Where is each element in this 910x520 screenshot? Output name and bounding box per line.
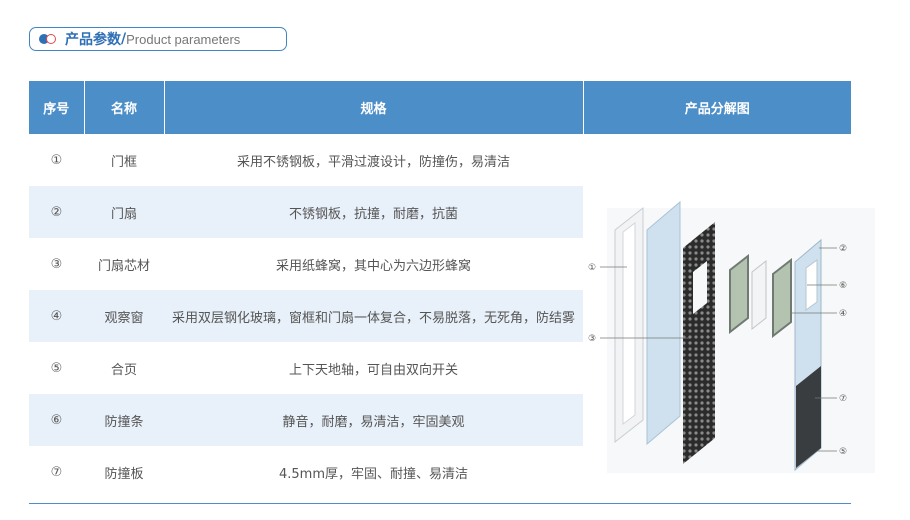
row-name: 门扇 <box>84 186 164 238</box>
table-row: ① 门框 采用不锈钢板，平滑过渡设计，防撞伤，易清洁 <box>29 134 851 498</box>
row-name: 观察窗 <box>84 290 164 342</box>
row-no: ① <box>50 152 63 168</box>
row-name: 门扇芯材 <box>97 258 150 274</box>
title-en: Product parameters <box>126 31 241 47</box>
row-no: ② <box>29 186 84 238</box>
table-header-row: 序号 名称 规格 产品分解图 <box>29 81 851 134</box>
label-4: ④ <box>839 309 847 319</box>
row-no: ⑤ <box>50 360 63 376</box>
label-3: ③ <box>588 334 596 344</box>
row-name: 防撞板 <box>104 466 144 482</box>
col-header-diagram: 产品分解图 <box>583 81 851 134</box>
door-leaf-part <box>646 200 681 446</box>
row-no: ③ <box>50 256 63 272</box>
row-spec: 采用双层钢化玻璃，窗框和门扇一体复合，不易脱落，无死角，防结雾 <box>164 290 583 342</box>
row-name: 合页 <box>110 362 137 378</box>
col-header-spec: 规格 <box>164 81 584 134</box>
section-title: 产品参数 / Product parameters <box>29 27 287 51</box>
assembled-door-part <box>794 238 822 472</box>
row-spec: 4.5mm厚，牢固、耐撞、易清洁 <box>278 466 468 482</box>
row-no: ⑦ <box>50 464 63 480</box>
dots-icon <box>39 34 57 44</box>
table-bottom-rule <box>29 503 851 504</box>
row-spec: 不锈钢板，抗撞，耐磨，抗菌 <box>164 186 583 238</box>
label-6: ⑥ <box>839 281 847 291</box>
door-frame-part <box>614 206 644 444</box>
label-2: ② <box>839 244 847 254</box>
window-pane-part <box>772 257 792 339</box>
col-header-name: 名称 <box>84 81 165 134</box>
row-no: ⑥ <box>29 394 84 446</box>
title-cn: 产品参数 <box>65 32 121 48</box>
row-spec: 上下天地轴，可自由双向开关 <box>288 362 458 378</box>
row-spec: 静音，耐磨，易清洁，牢固美观 <box>164 394 583 446</box>
window-frame-part <box>751 259 767 331</box>
honeycomb-core-part <box>683 222 715 464</box>
exploded-door-diagram: ① ③ ② ⑥ ④ ⑦ ⑤ <box>588 200 875 473</box>
row-spec: 采用不锈钢板，平滑过渡设计，防撞伤，易清洁 <box>236 154 510 170</box>
row-name: 防撞条 <box>84 394 164 446</box>
label-1: ① <box>588 263 596 273</box>
label-7: ⑦ <box>839 394 847 404</box>
row-spec: 采用纸蜂窝，其中心为六边形蜂窝 <box>275 258 471 274</box>
row-name: 门框 <box>110 154 137 170</box>
row-no: ④ <box>29 290 84 342</box>
window-pane-part <box>729 253 749 335</box>
label-5: ⑤ <box>839 447 847 457</box>
col-header-no: 序号 <box>29 81 85 134</box>
